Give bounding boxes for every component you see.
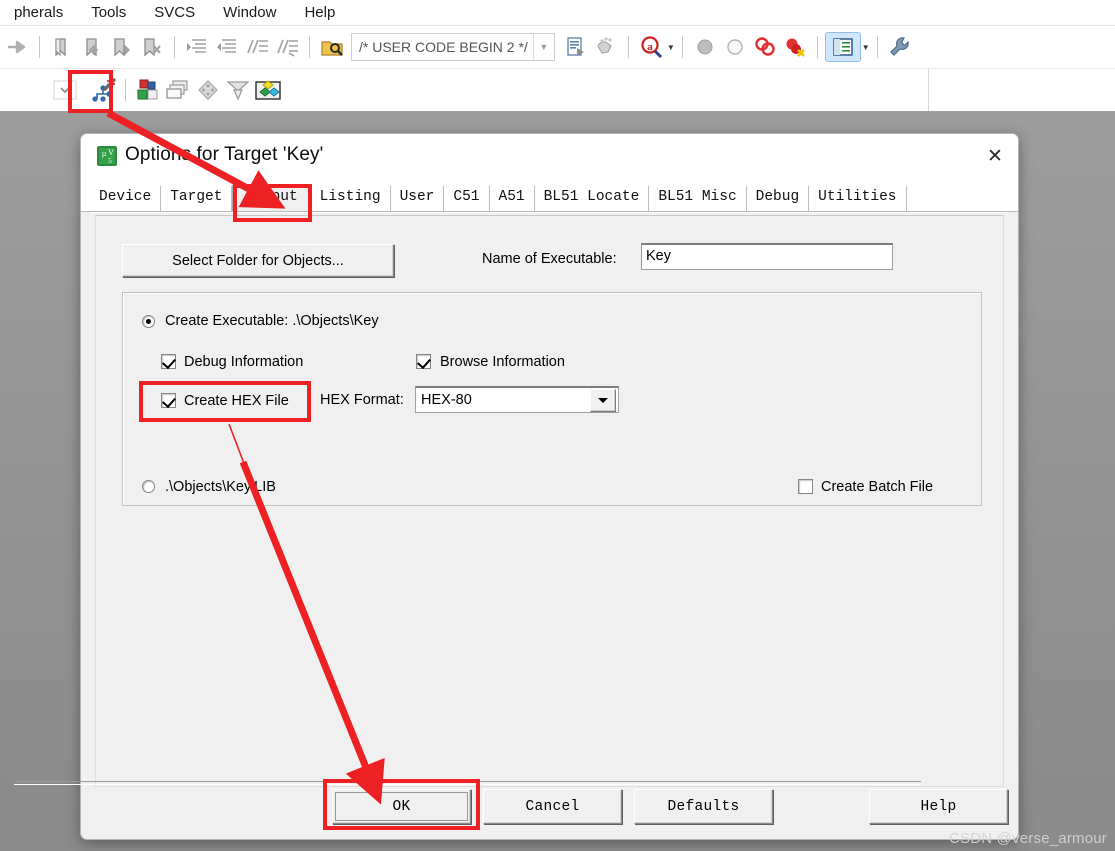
close-icon[interactable]: ✕ <box>972 134 1018 179</box>
insert-bookmark-icon[interactable] <box>561 32 591 62</box>
browse-information-checkbox[interactable] <box>416 354 431 369</box>
tab-device[interactable]: Device <box>90 186 162 211</box>
bookmark-clear-icon[interactable] <box>137 32 167 62</box>
dialog-title: Options for Target 'Key' <box>125 144 324 165</box>
name-of-executable-value: Key <box>646 248 671 264</box>
menu-item-svcs[interactable]: SVCS <box>140 0 209 25</box>
code-snippet-value: /* USER CODE BEGIN 2 */ <box>359 39 528 55</box>
hex-format-label: HEX Format: <box>320 392 404 408</box>
toolbar-build <box>0 68 928 111</box>
comment-lines-icon[interactable] <box>242 32 272 62</box>
tab-listing[interactable]: Listing <box>310 186 391 211</box>
create-hex-file-highlight <box>139 381 311 422</box>
cancel-button[interactable]: Cancel <box>483 789 622 824</box>
keil-uvision5-icon: µV5 <box>97 146 117 166</box>
bookmark-prev-icon[interactable] <box>77 32 107 62</box>
create-library-radio[interactable] <box>142 480 155 493</box>
bookmark-next-icon[interactable] <box>107 32 137 62</box>
name-of-executable-input[interactable]: Key <box>641 243 893 270</box>
chevron-down-icon[interactable]: ▼ <box>532 34 554 60</box>
chevron-down-icon[interactable] <box>590 388 616 412</box>
menu-item-peripherals[interactable]: pherals <box>0 0 77 25</box>
tab-strip: Device Target Output Listing User C51 A5… <box>81 179 1018 212</box>
breakpoint-empty-icon[interactable] <box>720 32 750 62</box>
outdent-icon[interactable] <box>212 32 242 62</box>
toolbar-target-options-highlight <box>68 70 113 113</box>
manage-project-items-icon[interactable] <box>133 75 163 105</box>
menu-bar: pherals Tools SVCS Window Help <box>0 0 1115 25</box>
menu-item-window[interactable]: Window <box>209 0 290 25</box>
toolbar-separator <box>681 36 683 58</box>
project-window-icon[interactable] <box>824 32 861 62</box>
tab-bl51-locate[interactable]: BL51 Locate <box>534 186 650 211</box>
hex-format-value: HEX-80 <box>421 392 472 408</box>
tab-bl51-misc[interactable]: BL51 Misc <box>649 186 747 211</box>
toolbar-separator <box>125 79 126 101</box>
dialog-title-bar: µV5 Options for Target 'Key' ✕ <box>81 134 1018 179</box>
create-library-label: .\Objects\Key.LIB <box>165 479 276 495</box>
configure-wrench-icon[interactable] <box>885 32 915 62</box>
tab-target[interactable]: Target <box>161 186 233 211</box>
output-tab-highlight <box>233 184 312 222</box>
create-batch-file-checkbox[interactable] <box>798 479 813 494</box>
toolbar-separator <box>876 36 878 58</box>
svg-text:a: a <box>647 41 653 53</box>
toolbar-empty-area <box>928 68 1115 112</box>
help-button[interactable]: Help <box>869 789 1008 824</box>
ok-button-highlight <box>323 779 480 830</box>
rebuild-icon[interactable] <box>193 75 223 105</box>
create-batch-file-label: Create Batch File <box>821 479 934 495</box>
toolbar-separator <box>309 36 310 58</box>
chevron-down-icon[interactable]: ▼ <box>862 43 870 52</box>
create-executable-radio[interactable] <box>142 315 155 328</box>
tab-c51[interactable]: C51 <box>444 186 490 211</box>
toolbar-separator <box>174 36 175 58</box>
magnifier-q-icon[interactable]: a <box>636 32 666 62</box>
watermark: CSDN @verse_armour <box>948 830 1107 847</box>
debug-information-checkbox[interactable] <box>161 354 176 369</box>
breakpoints-icon[interactable] <box>750 32 780 62</box>
kill-breakpoints-icon[interactable] <box>780 32 810 62</box>
name-of-executable-label: Name of Executable: <box>482 251 617 267</box>
tab-debug[interactable]: Debug <box>746 186 810 211</box>
toolbar-separator <box>39 36 40 58</box>
toolbar-separator <box>816 36 818 58</box>
step-icon[interactable] <box>591 32 621 62</box>
chevron-down-icon[interactable]: ▼ <box>667 43 675 52</box>
batch-build-icon[interactable] <box>163 75 193 105</box>
tab-user[interactable]: User <box>390 186 445 211</box>
svg-text:V: V <box>108 148 114 157</box>
menu-item-help[interactable]: Help <box>290 0 349 25</box>
menu-item-tools[interactable]: Tools <box>77 0 140 25</box>
code-snippet-combobox[interactable]: /* USER CODE BEGIN 2 */ ▼ <box>351 33 555 61</box>
bookmark-toggle-icon[interactable] <box>47 32 77 62</box>
indent-icon[interactable] <box>182 32 212 62</box>
breakpoint-disabled-icon[interactable] <box>690 32 720 62</box>
defaults-button[interactable]: Defaults <box>634 789 773 824</box>
translate-icon[interactable] <box>223 75 253 105</box>
toolbar-separator <box>627 36 629 58</box>
target-select-icon[interactable] <box>253 75 283 105</box>
find-in-files-icon[interactable] <box>317 32 347 62</box>
select-folder-for-objects-button[interactable]: Select Folder for Objects... <box>122 244 394 277</box>
toolbar-primary: /* USER CODE BEGIN 2 */ ▼ a ▼ ▼ <box>0 25 1115 68</box>
create-executable-label: Create Executable: .\Objects\Key <box>165 313 379 329</box>
arrow-right-icon[interactable] <box>2 32 32 62</box>
tab-a51[interactable]: A51 <box>489 186 535 211</box>
debug-information-label: Debug Information <box>184 354 304 370</box>
hex-format-combobox[interactable]: HEX-80 <box>415 386 619 413</box>
uncomment-lines-icon[interactable] <box>272 32 302 62</box>
browse-information-label: Browse Information <box>440 354 565 370</box>
svg-text:µ: µ <box>102 149 107 158</box>
svg-text:5: 5 <box>108 157 112 165</box>
tab-utilities[interactable]: Utilities <box>809 186 907 211</box>
